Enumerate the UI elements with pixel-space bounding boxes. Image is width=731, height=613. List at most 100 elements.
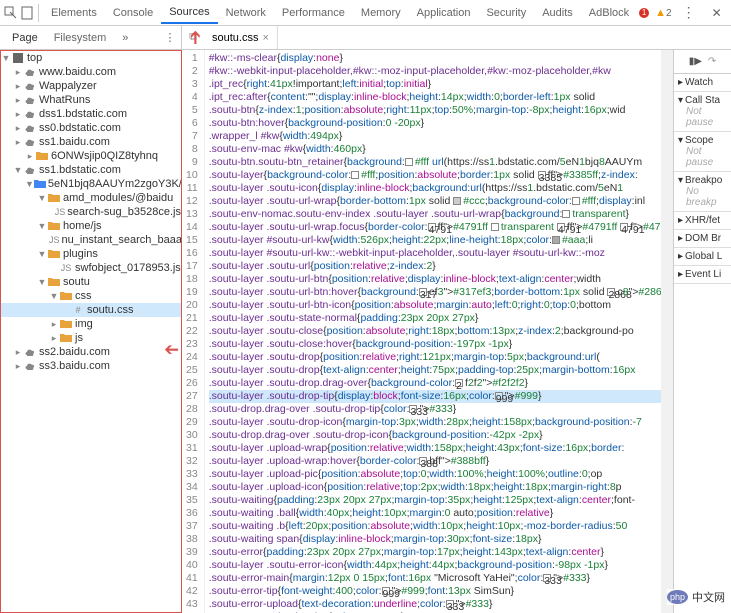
scope-section[interactable]: ▾Scope — [678, 135, 727, 146]
tree-item[interactable]: ▸www.baidu.com — [1, 65, 181, 79]
tree-root[interactable]: ▼ top — [1, 51, 181, 65]
tree-item[interactable]: ▼plugins — [1, 247, 181, 261]
code-line[interactable]: .soutu-error-upload{text-decoration:unde… — [209, 598, 661, 611]
code-line[interactable]: .soutu-layer .upload-wrap:hover{border-c… — [209, 455, 661, 468]
tree-item[interactable]: ▸img — [1, 317, 181, 331]
dom-section[interactable]: ▸DOM Br — [678, 233, 727, 244]
editor-scrollbar[interactable] — [661, 50, 673, 613]
pause-icon[interactable]: ▮▶ — [689, 56, 702, 67]
breakpoints-section[interactable]: ▾Breakpo — [678, 175, 727, 186]
code-line[interactable]: .soutu-layer .soutu-icon{display:inline-… — [209, 182, 661, 195]
code-line[interactable]: .soutu-env-mac #kw{width:460px} — [209, 143, 661, 156]
code-line[interactable]: .soutu-layer .soutu-url{position:relativ… — [209, 260, 661, 273]
code-line[interactable]: .soutu-waiting .ball{width:40px;height:1… — [209, 507, 661, 520]
code-line[interactable]: #kw::-webkit-input-placeholder,#kw::-moz… — [209, 65, 661, 78]
tree-item[interactable]: ▼home/js — [1, 219, 181, 233]
error-count-icon[interactable]: 1 — [639, 8, 649, 18]
top-tab-audits[interactable]: Audits — [534, 3, 581, 23]
top-tab-memory[interactable]: Memory — [353, 3, 409, 23]
file-navigator[interactable]: ▼ top ▸www.baidu.com▸Wappalyzer▸WhatRuns… — [0, 50, 182, 613]
settings-icon[interactable]: ⋮ — [678, 2, 700, 24]
code-line[interactable]: .soutu-waiting .b{left:20px;position:abs… — [209, 520, 661, 533]
top-tab-elements[interactable]: Elements — [43, 3, 105, 23]
tree-item[interactable]: ▸dss1.bdstatic.com — [1, 107, 181, 121]
code-line[interactable]: .soutu-layer .soutu-url-btn{position:rel… — [209, 273, 661, 286]
tree-item[interactable]: JSswfobject_0178953.js — [1, 261, 181, 275]
callstack-section[interactable]: ▾Call Sta — [678, 95, 727, 106]
code-line[interactable]: .soutu-error{padding:23px 20px 27px;marg… — [209, 546, 661, 559]
tree-item[interactable]: ▼css — [1, 289, 181, 303]
top-tab-application[interactable]: Application — [409, 3, 479, 23]
code-line[interactable]: .soutu-layer .soutu-drop{position:relati… — [209, 351, 661, 364]
tree-item[interactable]: ▸ss1.baidu.com — [1, 135, 181, 149]
code-line[interactable]: .soutu-layer .soutu-error-icon{width:44p… — [209, 559, 661, 572]
code-line[interactable]: .soutu-layer .soutu-state-normal{padding… — [209, 312, 661, 325]
code-line[interactable]: .soutu-drop.drag-over .soutu-drop-tip{co… — [209, 403, 661, 416]
code-line[interactable]: .soutu-error-main{margin:12px 0 15px;fon… — [209, 572, 661, 585]
code-line[interactable]: .soutu-drop.drag-over .soutu-drop-icon{b… — [209, 429, 661, 442]
code-line[interactable]: .soutu-layer .soutu-close{position:absol… — [209, 325, 661, 338]
code-line[interactable]: .soutu-layer #soutu-url-kw{width:526px;h… — [209, 234, 661, 247]
tree-item[interactable]: ▼amd_modules/@baidu — [1, 191, 181, 205]
tree-item[interactable]: ▼soutu — [1, 275, 181, 289]
tree-item[interactable]: JSsearch-sug_b3528ce.js — [1, 205, 181, 219]
device-icon[interactable] — [20, 2, 34, 24]
code-line[interactable]: .soutu-btn:hover{background-position:0 -… — [209, 117, 661, 130]
watch-section[interactable]: ▸Watch — [678, 77, 727, 88]
tree-item[interactable]: ▼5eN1bjq8AAUYm2zgoY3K/r/ — [1, 177, 181, 191]
code-line[interactable]: .ipt_rec:after{content:"";display:inline… — [209, 91, 661, 104]
top-tab-console[interactable]: Console — [105, 3, 161, 23]
code-line[interactable]: .soutu-layer .soutu-close:hover{backgrou… — [209, 338, 661, 351]
code-line[interactable]: .soutu-layer .upload-icon{position:relat… — [209, 481, 661, 494]
code-line[interactable]: .soutu-layer .soutu-drop.drag-over{backg… — [209, 377, 661, 390]
global-section[interactable]: ▸Global L — [678, 251, 727, 262]
code-line[interactable]: .soutu-env-nomac.soutu-env-index .soutu-… — [209, 208, 661, 221]
code-line[interactable]: .soutu-error-tip{font-weight:400;color:9… — [209, 585, 661, 598]
filesystem-tab[interactable]: Filesystem — [48, 30, 113, 46]
code-line[interactable]: .soutu-layer .upload-wrap{position:relat… — [209, 442, 661, 455]
tree-item[interactable]: ▸6ONWsjip0QIZ8tyhnq — [1, 149, 181, 163]
code-line[interactable]: .soutu-layer .soutu-url-btn-icon{positio… — [209, 299, 661, 312]
tree-item[interactable]: JSnu_instant_search_baaa5 — [1, 233, 181, 247]
code-line[interactable]: .wrapper_l #kw{width:494px} — [209, 130, 661, 143]
top-tab-sources[interactable]: Sources — [161, 2, 217, 24]
xhr-section[interactable]: ▸XHR/fet — [678, 215, 727, 226]
file-tab-soutu-css[interactable]: soutu.css × — [204, 26, 278, 49]
code-line[interactable]: .soutu-waiting{padding:23px 20px 27px;ma… — [209, 494, 661, 507]
code-line[interactable]: .soutu-waiting span{display:inline-block… — [209, 533, 661, 546]
tree-item[interactable]: ▸Wappalyzer — [1, 79, 181, 93]
tree-item[interactable]: ▸ss0.bdstatic.com — [1, 121, 181, 135]
code-editor[interactable]: 1234567891011121314151617181920212223242… — [182, 50, 661, 613]
page-tab[interactable]: Page — [6, 30, 44, 46]
code-line[interactable]: .soutu-layer .soutu-url-btn:hover{backgr… — [209, 286, 661, 299]
top-tab-network[interactable]: Network — [218, 3, 274, 23]
close-devtools-icon[interactable]: ✕ — [706, 2, 728, 24]
code-line[interactable]: .soutu-layer .soutu-drop{text-align:cent… — [209, 364, 661, 377]
top-tab-adblock[interactable]: AdBlock — [581, 3, 637, 23]
top-tab-security[interactable]: Security — [478, 3, 534, 23]
panel-menu-icon[interactable]: ⋮ — [159, 27, 181, 49]
event-section[interactable]: ▸Event Li — [678, 269, 727, 280]
code-line[interactable]: #kw::-ms-clear{display:none} — [209, 52, 661, 65]
inspect-icon[interactable] — [4, 2, 18, 24]
code-line[interactable]: .ipt_rec{right:41px!important;left:initi… — [209, 78, 661, 91]
code-line[interactable]: .soutu-btn.soutu-btn_retainer{background… — [209, 156, 661, 169]
code-line[interactable]: .soutu-layer .upload-pic{position:absolu… — [209, 468, 661, 481]
code-line[interactable]: .soutu-layer .soutu-drop-icon{margin-top… — [209, 416, 661, 429]
warning-count-icon[interactable]: ▲2 — [655, 7, 671, 19]
tree-item[interactable]: ▸ss2.baidu.com — [1, 345, 181, 359]
code-line[interactable]: .soutu-layer .soutu-drop-tip{display:blo… — [209, 390, 661, 403]
code-line[interactable]: .soutu-layer #soutu-url-kw::-webkit-inpu… — [209, 247, 661, 260]
code-line[interactable]: .soutu-layer{background-color:#fff;posit… — [209, 169, 661, 182]
tree-item[interactable]: #soutu.css — [1, 303, 181, 317]
tree-item[interactable]: ▼ss1.bdstatic.com — [1, 163, 181, 177]
code-line[interactable]: .soutu-btn{z-index:1;position:absolute;r… — [209, 104, 661, 117]
code-line[interactable]: .soutu-layer .soutu-url-wrap{border-bott… — [209, 195, 661, 208]
top-tab-performance[interactable]: Performance — [274, 3, 353, 23]
tree-item[interactable]: ▸js — [1, 331, 181, 345]
tree-item[interactable]: ▸WhatRuns — [1, 93, 181, 107]
close-file-icon[interactable]: × — [262, 32, 268, 44]
code-line[interactable]: .soutu-layer .soutu-url-wrap.focus{borde… — [209, 221, 661, 234]
tree-item[interactable]: ▸ss3.baidu.com — [1, 359, 181, 373]
step-over-icon[interactable]: ↷ — [708, 56, 716, 67]
